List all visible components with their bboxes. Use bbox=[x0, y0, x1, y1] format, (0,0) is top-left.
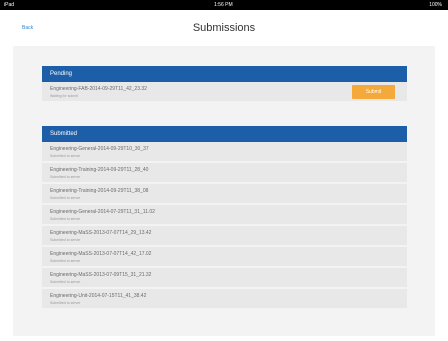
clock: 1:56 PM bbox=[214, 2, 233, 8]
navigation-bar: Back Submissions bbox=[0, 10, 448, 46]
submitted-row[interactable]: Engineering-Training-2014-09-29T11_28_40… bbox=[42, 163, 407, 184]
submission-status: Submitted to server bbox=[50, 259, 81, 263]
submitted-row[interactable]: Engineering-MaSS-2013-07-09T15_31_21.32 … bbox=[42, 268, 407, 289]
page-title: Submissions bbox=[192, 22, 256, 34]
status-bar: iPad 1:56 PM 100% bbox=[0, 0, 448, 10]
submission-title: Engineering-Unit-2014-07-15T11_41_38.42 bbox=[50, 293, 147, 299]
submission-status: Submitted to server bbox=[50, 238, 81, 242]
submission-status: Submitted to server bbox=[50, 154, 81, 158]
submission-status: Submitted to server bbox=[50, 217, 81, 221]
submitted-header: Submitted bbox=[42, 126, 407, 142]
submission-title: Engineering-MaSS-2013-07-07T14_29_13.42 bbox=[50, 230, 152, 236]
submitted-row[interactable]: Engineering-General-2014-07-29T11_31_11.… bbox=[42, 205, 407, 226]
submission-title: Engineering-MaSS-2013-07-09T15_31_21.32 bbox=[50, 272, 152, 278]
bottom-edge bbox=[0, 337, 448, 341]
submission-status: Submitted to server bbox=[50, 175, 81, 179]
battery-indicator: 100% bbox=[429, 2, 442, 8]
pending-section: Pending Engineering-FAB-2014-09-29T11_42… bbox=[42, 66, 407, 103]
submit-button[interactable]: Submit bbox=[352, 85, 395, 99]
submitted-row[interactable]: Engineering-Training-2014-09-29T11_38_08… bbox=[42, 184, 407, 205]
submission-title: Engineering-MaSS-2013-07-07T14_42_17.02 bbox=[50, 251, 152, 257]
submission-title: Engineering-General-2014-09-29T10_30_37 bbox=[50, 146, 149, 152]
pending-header: Pending bbox=[42, 66, 407, 82]
submitted-row[interactable]: Engineering-General-2014-09-29T10_30_37 … bbox=[42, 142, 407, 163]
submission-title: Engineering-Training-2014-09-29T11_38_08 bbox=[50, 188, 149, 194]
submitted-row[interactable]: Engineering-Unit-2014-07-15T11_41_38.42 … bbox=[42, 289, 407, 310]
submission-status: Submitted to server bbox=[50, 196, 81, 200]
submission-title: Engineering-Training-2014-09-29T11_28_40 bbox=[50, 167, 149, 173]
submissions-panel: Pending Engineering-FAB-2014-09-29T11_42… bbox=[13, 46, 435, 336]
submitted-row[interactable]: Engineering-MaSS-2013-07-07T14_42_17.02 … bbox=[42, 247, 407, 268]
submission-status: Submitted to server bbox=[50, 280, 81, 284]
submission-title: Engineering-FAB-2014-09-29T11_42_23.32 bbox=[50, 86, 147, 92]
submission-status: Waiting for submit bbox=[50, 94, 78, 98]
carrier-label: iPad bbox=[4, 2, 15, 8]
submitted-row[interactable]: Engineering-MaSS-2013-07-07T14_29_13.42 … bbox=[42, 226, 407, 247]
submitted-section: Submitted Engineering-General-2014-09-29… bbox=[42, 126, 407, 310]
submission-status: Submitted to server bbox=[50, 301, 81, 305]
pending-row[interactable]: Engineering-FAB-2014-09-29T11_42_23.32 W… bbox=[42, 82, 407, 103]
submission-title: Engineering-General-2014-07-29T11_31_11.… bbox=[50, 209, 155, 215]
